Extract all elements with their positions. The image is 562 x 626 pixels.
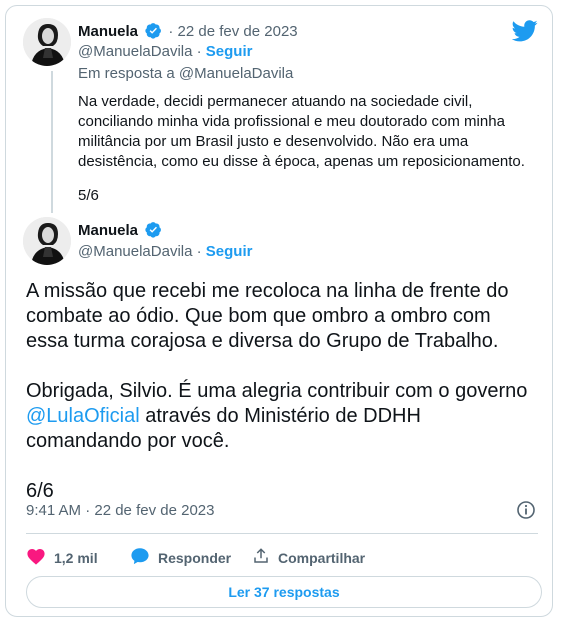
tweet-date[interactable]: 22 de fev de 2023 [178,23,298,40]
tweet1-text: Na verdade, decidi permanecer atuando na… [78,93,525,170]
follow-button[interactable]: Seguir [206,243,253,260]
author-handle[interactable]: @ManuelaDavila [78,243,192,260]
divider [26,533,538,534]
tweet2-paragraph-2: Obrigada, Silvio. É uma alegria contribu… [26,379,536,454]
share-button[interactable]: Compartilhar [252,547,365,568]
thread-connector-line [51,71,53,213]
reply-bubble-icon [130,547,150,568]
tweet2-paragraph-1: A missão que recebi me recoloca na linha… [26,280,509,352]
tweet2-handle-row: @ManuelaDavila · Seguir [78,242,252,262]
separator-dot: · [196,43,202,60]
tweet2-header: Manuela [78,221,162,244]
twitter-logo-icon[interactable] [511,20,538,42]
author-name[interactable]: Manuela [78,23,138,40]
mention-link[interactable]: @LulaOficial [26,405,140,427]
share-label: Compartilhar [278,549,366,566]
read-replies-button[interactable]: Ler 37 respostas [26,576,542,608]
follow-button[interactable]: Seguir [206,43,253,60]
reply-label: Responder [158,549,232,566]
reply-to-handle[interactable]: @ManuelaDavila [179,65,293,82]
like-button[interactable]: 1,2 mil [26,547,98,568]
separator-dot: · [196,243,202,260]
thread-counter: 6/6 [26,480,54,502]
reply-context: Em resposta a @ManuelaDavila [78,64,293,84]
info-icon[interactable] [516,500,536,520]
author-handle[interactable]: @ManuelaDavila [78,43,192,60]
author-name[interactable]: Manuela [78,222,138,239]
verified-badge-icon [145,221,162,244]
heart-icon [26,547,46,568]
thread-counter: 5/6 [78,187,99,204]
tweet-timestamp[interactable]: 9:41 AM · 22 de fev de 2023 [26,502,214,519]
reply-to-prefix: Em resposta a [78,65,175,82]
paragraph-text: Obrigada, Silvio. É uma alegria contribu… [26,380,528,402]
reply-button[interactable]: Responder [130,547,231,568]
like-count: 1,2 mil [54,549,98,566]
tweet1-handle-row: @ManuelaDavila · Seguir [78,42,252,62]
separator-dot: · [168,23,174,40]
share-icon [252,547,270,568]
avatar[interactable] [23,217,71,265]
avatar[interactable] [23,18,71,66]
tweet2-text: A missão que recebi me recoloca na linha… [26,279,536,504]
tweet-embed-card: Manuela · 22 de fev de 2023 @ManuelaDavi… [5,5,553,617]
